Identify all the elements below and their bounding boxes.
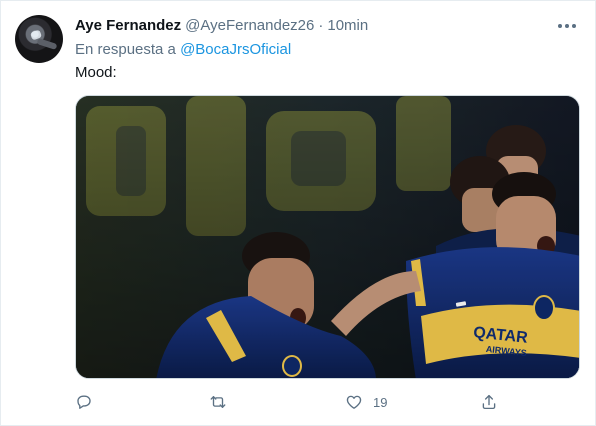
retweet-icon <box>210 396 226 408</box>
reply-context: En respuesta a @BocaJrsOficial <box>75 41 291 58</box>
author-name[interactable]: Aye Fernandez <box>75 17 181 34</box>
tweet-card[interactable]: Aye Fernandez @AyeFernandez26 · 10min En… <box>0 0 596 426</box>
tweet-text: Mood: <box>75 64 117 81</box>
author-handle[interactable]: @AyeFernandez26 <box>185 17 314 34</box>
share-button[interactable] <box>480 387 498 417</box>
tweet-header: Aye Fernandez @AyeFernandez26 · 10min <box>75 17 368 37</box>
reply-prefix: En respuesta a <box>75 41 176 58</box>
like-button[interactable]: 19 <box>345 387 387 417</box>
reply-handle-link[interactable]: @BocaJrsOficial <box>180 41 291 58</box>
tweet-timestamp[interactable]: 10min <box>327 17 368 34</box>
retweet-button[interactable] <box>209 387 227 417</box>
tweet-media-image[interactable]: QATAR AIRWAYS <box>75 95 580 379</box>
header-separator: · <box>318 17 324 34</box>
reply-button[interactable] <box>75 387 93 417</box>
more-dots-icon <box>572 24 576 28</box>
share-icon <box>482 394 496 410</box>
heart-icon <box>346 395 362 409</box>
reply-icon <box>77 395 91 409</box>
more-dots-icon <box>565 24 569 28</box>
more-dots-icon <box>558 24 562 28</box>
more-options-button[interactable] <box>555 15 579 37</box>
avatar[interactable] <box>15 15 63 63</box>
like-count: 19 <box>373 394 388 410</box>
photo-players-celebrating: QATAR AIRWAYS <box>76 96 579 378</box>
avatar-figure <box>36 38 58 50</box>
tweet-actions: 19 <box>75 387 580 417</box>
